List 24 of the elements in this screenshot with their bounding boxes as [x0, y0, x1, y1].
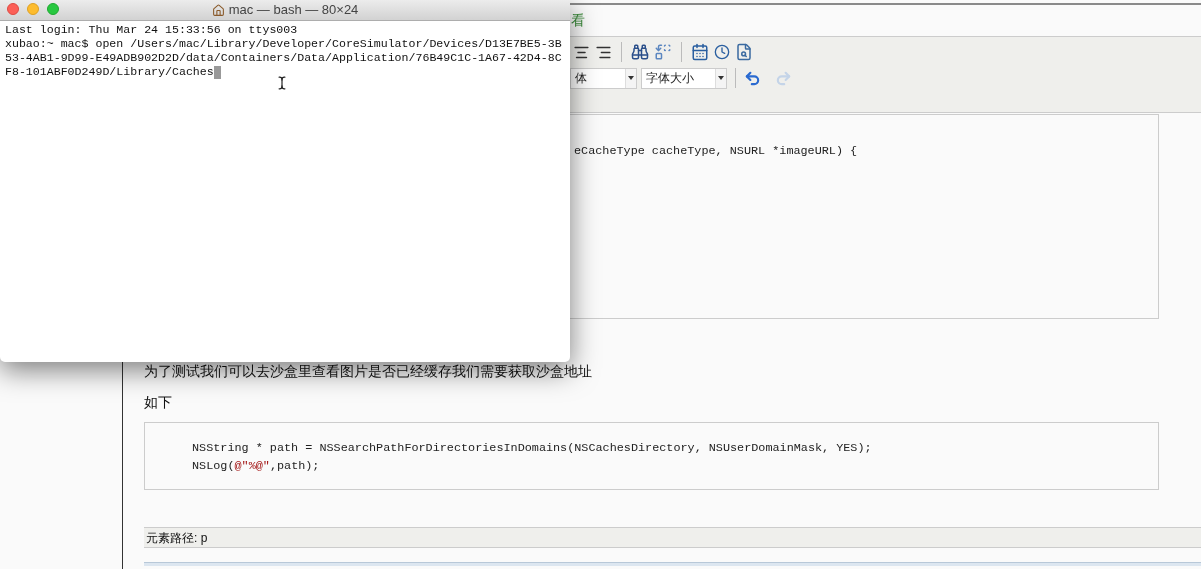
search-icon[interactable] — [631, 43, 649, 61]
caret-icon — [625, 68, 636, 88]
code-line: eCacheType cacheType, NSURL *imageURL) { — [574, 143, 858, 160]
paragraph: 为了测试我们可以去沙盒里查看图片是否已经缓存我们需要获取沙盒地址 — [144, 363, 593, 380]
status-bar-text: 元素路径: p — [146, 529, 208, 547]
preview-icon[interactable] — [735, 43, 753, 61]
dropdown-select[interactable]: 字体大小 — [641, 67, 727, 89]
paragraph: 如下 — [144, 394, 173, 411]
close-icon[interactable] — [7, 3, 19, 15]
terminal-line: xubao:~ mac$ open /Users/mac/Library/Developer/CoreSimulator/Devices/D13E7BE5-3B — [5, 37, 562, 51]
calendar-icon[interactable] — [691, 43, 709, 61]
terminal-line: Last login: Thu Mar 24 15:33:56 on ttys003 — [5, 23, 298, 37]
tab-label[interactable]: 看 — [571, 10, 585, 31]
terminal-line: 53-4AB1-9D99-E49ADB902D2D/data/Containers/Data/Application/76B49C1C-1A67-42D4-8C — [5, 51, 562, 65]
window-title: mac — bash — 80×24 — [228, 1, 359, 20]
terminal-line: F8-101ABF0D249D/Library/Caches — [5, 65, 214, 79]
dropdown-select[interactable]: 体 — [570, 67, 637, 89]
code-line: NSString * path = NSSearchPathForDirectoriesInDomains(NSCachesDirectory, NSUserDomainMask, YES); — [192, 440, 872, 457]
clock-icon[interactable] — [714, 44, 730, 60]
replace-icon[interactable] — [654, 43, 672, 61]
home-icon — [211, 3, 225, 17]
code-line: NSLog(@"%@",path); — [192, 458, 320, 475]
caret-icon — [715, 68, 726, 88]
undo-icon[interactable] — [744, 69, 761, 87]
